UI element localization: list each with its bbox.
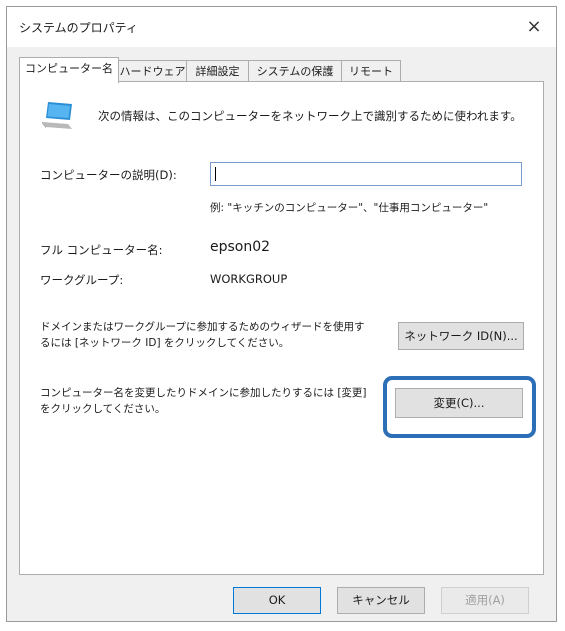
computer-name-panel: 次の情報は、このコンピューターをネットワーク上で識別するために使われます。 コン… [19, 81, 544, 575]
tab-remote[interactable]: リモート [341, 60, 401, 81]
description-field[interactable] [210, 162, 522, 186]
tab-hardware[interactable]: ハードウェア [118, 60, 187, 81]
text-caret [215, 167, 216, 181]
full-name-value: epson02 [210, 239, 271, 255]
change-button-highlight [383, 376, 536, 438]
close-button[interactable]: × [520, 13, 548, 41]
network-text-line-2: るには [ネットワーク ID] をクリックしてください。 [40, 337, 290, 349]
change-text-line-2: をクリックしてください。 [40, 403, 166, 415]
workgroup-label: ワークグループ: [40, 273, 124, 287]
tab-advanced[interactable]: 詳細設定 [186, 60, 249, 81]
window-title: システムのプロパティ [19, 21, 138, 35]
intro-text: 次の情報は、このコンピューターをネットワーク上で識別するために使われます。 [98, 109, 522, 123]
system-properties-window: システムのプロパティ × コンピューター名 ハードウェア 詳細設定 システムの保… [6, 6, 557, 622]
cancel-button[interactable]: キャンセル [337, 587, 425, 614]
description-label: コンピューターの説明(D): [40, 168, 177, 182]
ok-button[interactable]: OK [233, 587, 321, 614]
monitor-icon [42, 102, 72, 129]
network-id-button[interactable]: ネットワーク ID(N)... [398, 322, 524, 350]
full-name-label: フル コンピューター名: [40, 243, 163, 257]
apply-button[interactable]: 適用(A) [441, 587, 529, 614]
network-text-line-1: ドメインまたはワークグループに参加するためのウィザードを使用す [40, 321, 365, 333]
tab-computer-name[interactable]: コンピューター名 [19, 57, 119, 83]
description-example: 例: "キッチンのコンピューター"、"仕事用コンピューター" [210, 202, 489, 214]
workgroup-value: WORKGROUP [210, 272, 288, 286]
tab-system-protection[interactable]: システムの保護 [248, 60, 342, 81]
change-text-line-1: コンピューター名を変更したりドメインに参加したりするには [変更] [40, 387, 367, 399]
title-bar: システムのプロパティ × [7, 7, 556, 47]
